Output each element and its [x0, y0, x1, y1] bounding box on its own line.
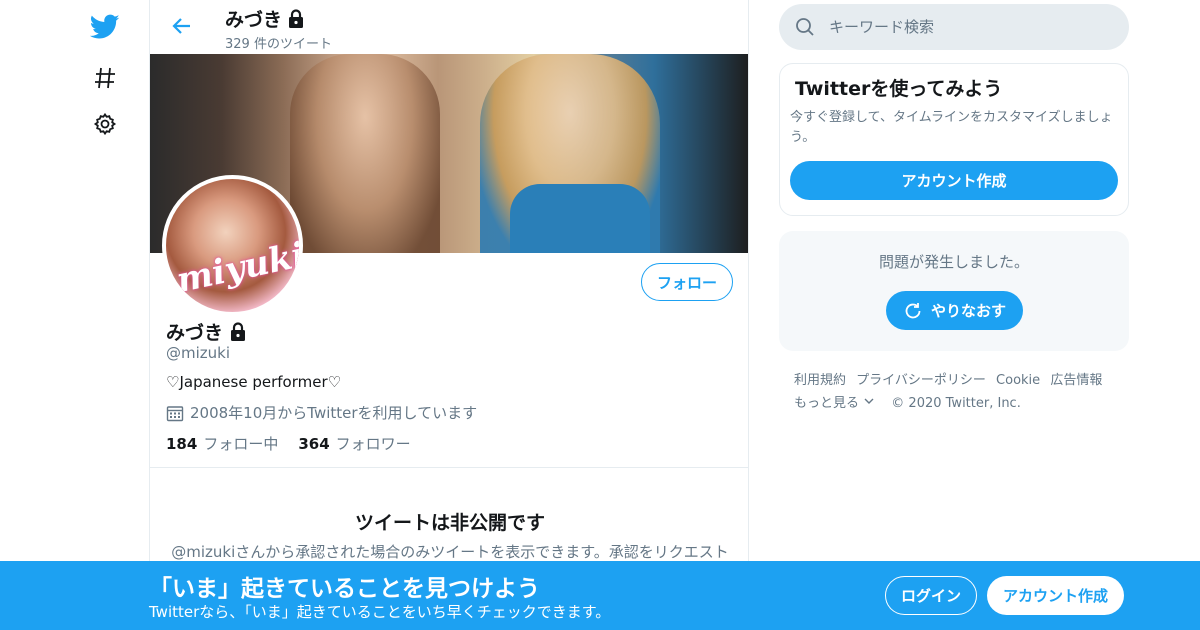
left-nav	[0, 0, 150, 630]
tweet-count: 329 件のツイート	[225, 37, 332, 52]
following-link[interactable]: 184 フォロー中	[166, 433, 278, 454]
search-box	[779, 4, 1129, 50]
signup-card-title: Twitterを使ってみよう	[795, 78, 1003, 100]
following-count: 184	[166, 435, 198, 453]
followers-count: 364	[298, 435, 330, 453]
protected-title: ツイートは非公開です	[354, 512, 545, 534]
lock-icon	[289, 8, 304, 28]
refresh-icon	[905, 302, 921, 318]
joined-date-row: 2008年10月からTwitterを利用しています	[166, 402, 477, 423]
retry-button[interactable]: やりなおす	[886, 291, 1023, 330]
bottom-create-account-button[interactable]: アカウント作成	[987, 576, 1124, 615]
footer-more-label: もっと見る	[794, 396, 860, 411]
create-account-button[interactable]: アカウント作成	[790, 161, 1118, 200]
bottom-bar-title: 「いま」起きていることを見つけよう	[149, 576, 540, 602]
back-arrow-icon[interactable]	[168, 12, 196, 40]
footer-link-terms[interactable]: 利用規約	[794, 373, 846, 388]
footer-link-privacy[interactable]: プライバシーポリシー	[856, 373, 986, 388]
following-label: フォロー中	[203, 435, 279, 453]
twitter-bird-icon[interactable]	[88, 10, 122, 44]
profile-name-row: みづき	[166, 318, 248, 345]
footer-link-cookie[interactable]: Cookie	[996, 373, 1040, 388]
hashtag-icon[interactable]	[88, 61, 122, 95]
calendar-icon	[166, 405, 184, 421]
followers-link[interactable]: 364 フォロワー	[298, 433, 410, 454]
error-card: 問題が発生しました。 やりなおす	[779, 231, 1129, 351]
divider	[150, 467, 748, 468]
protected-text: @mizukiさんから承認された場合のみツイートを表示できます。承認をリクエスト	[171, 543, 729, 561]
profile-bio: ♡Japanese performer♡	[166, 373, 342, 391]
profile-stats: 184 フォロー中 364 フォロワー	[166, 433, 411, 454]
error-message: 問題が発生しました。	[878, 253, 1029, 271]
footer-links: 利用規約 プライバシーポリシー Cookie 広告情報 もっと見る © 2020…	[794, 369, 1124, 415]
signup-card: Twitterを使ってみよう 今すぐ登録して、タイムラインをカスタマイズしましょ…	[779, 63, 1129, 216]
retry-label: やりなおす	[930, 302, 1006, 320]
profile-name: みづき	[166, 322, 224, 344]
header-title: みづき	[225, 5, 306, 32]
copyright: © 2020 Twitter, Inc.	[891, 396, 1021, 411]
joined-date: 2008年10月からTwitterを利用しています	[190, 404, 478, 422]
signup-bottom-bar: 「いま」起きていることを見つけよう Twitterなら、「いま」起きていることを…	[0, 561, 1200, 630]
header-name: みづき	[225, 9, 283, 31]
profile-handle: @mizuki	[166, 344, 231, 362]
login-button[interactable]: ログイン	[885, 576, 977, 615]
signup-card-text: 今すぐ登録して、タイムラインをカスタマイズしましょう。	[790, 110, 1113, 145]
chevron-down-icon	[864, 398, 874, 404]
profile-header: みづき 329 件のツイート	[150, 0, 748, 54]
lock-icon	[231, 321, 246, 341]
search-input[interactable]	[829, 18, 1109, 36]
avatar[interactable]: miyuki	[162, 175, 303, 316]
profile-column: みづき 329 件のツイート miyuki フォロー みづき @mizuki ♡…	[149, 0, 749, 630]
settings-gear-icon[interactable]	[88, 107, 122, 141]
footer-more-link[interactable]: もっと見る	[794, 396, 875, 411]
bottom-bar-subtitle: Twitterなら、「いま」起きていることをいち早くチェックできます。	[149, 603, 611, 621]
footer-link-ads[interactable]: 広告情報	[1050, 373, 1102, 388]
followers-label: フォロワー	[335, 435, 411, 453]
avatar-text: miyuki	[173, 234, 303, 302]
search-icon	[796, 18, 814, 36]
follow-button[interactable]: フォロー	[641, 263, 733, 301]
